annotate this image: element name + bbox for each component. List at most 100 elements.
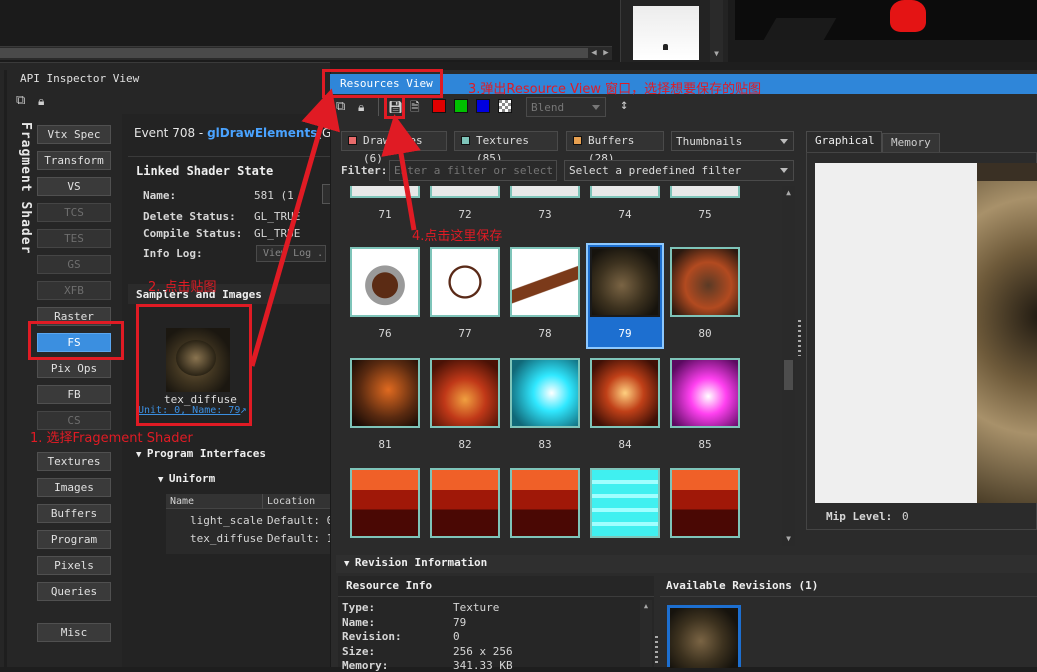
- texture-thumbnail[interactable]: [670, 358, 740, 428]
- thumbnail-scroll-thumb[interactable]: [784, 360, 793, 390]
- texture-thumbnail[interactable]: [350, 358, 420, 428]
- stage-button-tcs: TCS: [37, 203, 111, 222]
- texture-thumbnail[interactable]: [430, 186, 500, 198]
- texture-thumbnail[interactable]: [590, 468, 660, 538]
- lock-icon[interactable]: 🔒︎: [358, 100, 364, 114]
- uniform-row-name[interactable]: tex_diffuse: [190, 532, 263, 545]
- texture-thumbnail-label: 71: [378, 208, 392, 221]
- top-preview-scroll-down[interactable]: ▼: [710, 48, 723, 60]
- top-scrollbar-thumb[interactable]: [0, 48, 588, 58]
- texture-thumbnail[interactable]: [510, 358, 580, 428]
- textures-color-icon: [461, 136, 470, 145]
- flip-vertical-icon[interactable]: ↕: [620, 97, 628, 113]
- annotation-step2: 2. 点击贴图: [148, 280, 217, 295]
- top-preview-image: [633, 6, 699, 60]
- annotation-step4: 4.点击这里保存: [412, 229, 503, 244]
- uniform-col-name[interactable]: Name: [170, 496, 194, 507]
- stage-button-vs[interactable]: VS: [37, 177, 111, 196]
- texture-thumbnail[interactable]: [590, 247, 660, 317]
- alpha-channel-toggle[interactable]: [498, 99, 512, 113]
- uniform-col-location[interactable]: Location: [267, 496, 315, 507]
- revision-thumbnail[interactable]: [667, 605, 741, 668]
- buffers-category-button[interactable]: Buffers (28): [566, 131, 664, 165]
- fragment-shader-vertical-label: Fragment Shader: [18, 122, 33, 255]
- filter-input[interactable]: [389, 160, 557, 181]
- texture-thumbnail[interactable]: [510, 468, 580, 538]
- texture-thumbnail[interactable]: [510, 247, 580, 317]
- stage-button-raster[interactable]: Raster: [37, 307, 111, 326]
- red-channel-toggle[interactable]: [432, 99, 446, 113]
- texture-thumbnail-label: 73: [538, 208, 552, 221]
- texture-thumbnail[interactable]: [510, 186, 580, 198]
- uniform-row-name[interactable]: light_scale: [190, 514, 263, 527]
- save-icon[interactable]: 💾︎: [388, 100, 403, 114]
- sampler-link-arrow-icon[interactable]: ↗: [240, 403, 247, 416]
- splitter-handle[interactable]: [798, 320, 801, 356]
- stage-button-pix-ops[interactable]: Pix Ops: [37, 359, 111, 378]
- green-channel-toggle[interactable]: [454, 99, 468, 113]
- memory-tab[interactable]: Memory: [882, 133, 940, 153]
- api-inspector-title[interactable]: API Inspector View: [20, 72, 139, 85]
- delete-status-value: GL_TRUE: [254, 210, 301, 223]
- stage-button-transform[interactable]: Transform: [37, 151, 111, 170]
- texture-thumbnail[interactable]: [430, 358, 500, 428]
- texture-thumbnail[interactable]: [590, 186, 660, 198]
- stage-button-images[interactable]: Images: [37, 478, 111, 497]
- texture-thumbnail[interactable]: [350, 247, 420, 317]
- revision-info-header[interactable]: ▼ Revision Information: [344, 556, 487, 569]
- texture-preview-canvas[interactable]: [815, 163, 1037, 503]
- stage-button-textures[interactable]: Textures: [37, 452, 111, 471]
- scroll-left-arrow[interactable]: ◀: [588, 46, 600, 60]
- texture-thumbnail[interactable]: [430, 468, 500, 538]
- predefined-filter-select[interactable]: Select a predefined filter: [564, 160, 794, 181]
- resources-view-tab[interactable]: Resources View: [340, 77, 433, 90]
- texture-thumbnail-label: 84: [618, 438, 632, 451]
- document-icon[interactable]: 🗎: [410, 100, 420, 114]
- copy-icon[interactable]: ⧉: [16, 94, 25, 108]
- lock-icon[interactable]: 🔒︎: [38, 94, 44, 108]
- blue-channel-toggle[interactable]: [476, 99, 490, 113]
- texture-thumbnail[interactable]: [670, 186, 740, 198]
- scroll-right-arrow[interactable]: ▶: [600, 46, 612, 60]
- stage-button-queries[interactable]: Queries: [37, 582, 111, 601]
- resource-info-key: Memory:: [342, 659, 389, 672]
- drawables-category-button[interactable]: Drawables (6): [341, 131, 447, 165]
- stage-button-buffers[interactable]: Buffers: [37, 504, 111, 523]
- stage-button-fb[interactable]: FB: [37, 385, 111, 404]
- thumbnail-scroll-down[interactable]: ▼: [782, 533, 795, 545]
- copy-icon[interactable]: ⧉: [336, 100, 345, 114]
- texture-thumbnail[interactable]: [670, 468, 740, 538]
- uniform-header[interactable]: ▼ Uniform: [158, 472, 215, 485]
- stage-button-fs[interactable]: FS: [37, 333, 111, 352]
- view-mode-select[interactable]: Thumbnails: [671, 131, 794, 151]
- uniform-table: Name Location light_scale Default: 0 tex…: [166, 494, 333, 554]
- sampler-thumbnail[interactable]: [166, 328, 230, 392]
- texture-thumbnail[interactable]: [590, 358, 660, 428]
- uniform-row-location[interactable]: Default: 0: [267, 514, 333, 527]
- stage-button-gs: GS: [37, 255, 111, 274]
- texture-thumbnail[interactable]: [350, 186, 420, 198]
- revision-splitter-handle[interactable]: [655, 636, 658, 664]
- stage-button-pixels[interactable]: Pixels: [37, 556, 111, 575]
- stage-button-vtx-spec[interactable]: Vtx Spec: [37, 125, 111, 144]
- texture-thumbnail-label: 79: [618, 327, 632, 340]
- blend-select[interactable]: Blend: [526, 97, 606, 117]
- event-call-link[interactable]: glDrawElements: [207, 126, 317, 140]
- texture-thumbnail-label: 72: [458, 208, 472, 221]
- available-revisions-title: Available Revisions (1): [666, 579, 819, 592]
- texture-thumbnail[interactable]: [430, 247, 500, 317]
- textures-category-button[interactable]: Textures (85): [454, 131, 558, 165]
- buffers-color-icon: [573, 136, 582, 145]
- stage-button-program[interactable]: Program: [37, 530, 111, 549]
- view-log-button[interactable]: View Log ..: [256, 245, 326, 262]
- stage-button-misc[interactable]: Misc: [37, 623, 111, 642]
- graphical-tab[interactable]: Graphical: [806, 131, 882, 153]
- thumbnail-scroll-up[interactable]: ▲: [782, 187, 795, 199]
- resource-info-scroll-up[interactable]: ▲: [640, 601, 652, 611]
- uniform-row-location[interactable]: Default: 1: [267, 532, 333, 545]
- sampler-link[interactable]: Unit: 0, Name: 79: [138, 405, 240, 416]
- texture-thumbnail[interactable]: [350, 468, 420, 538]
- program-interfaces-header[interactable]: ▼ Program Interfaces: [136, 447, 266, 460]
- texture-thumbnail[interactable]: [670, 247, 740, 317]
- dock-splitter[interactable]: [4, 70, 7, 667]
